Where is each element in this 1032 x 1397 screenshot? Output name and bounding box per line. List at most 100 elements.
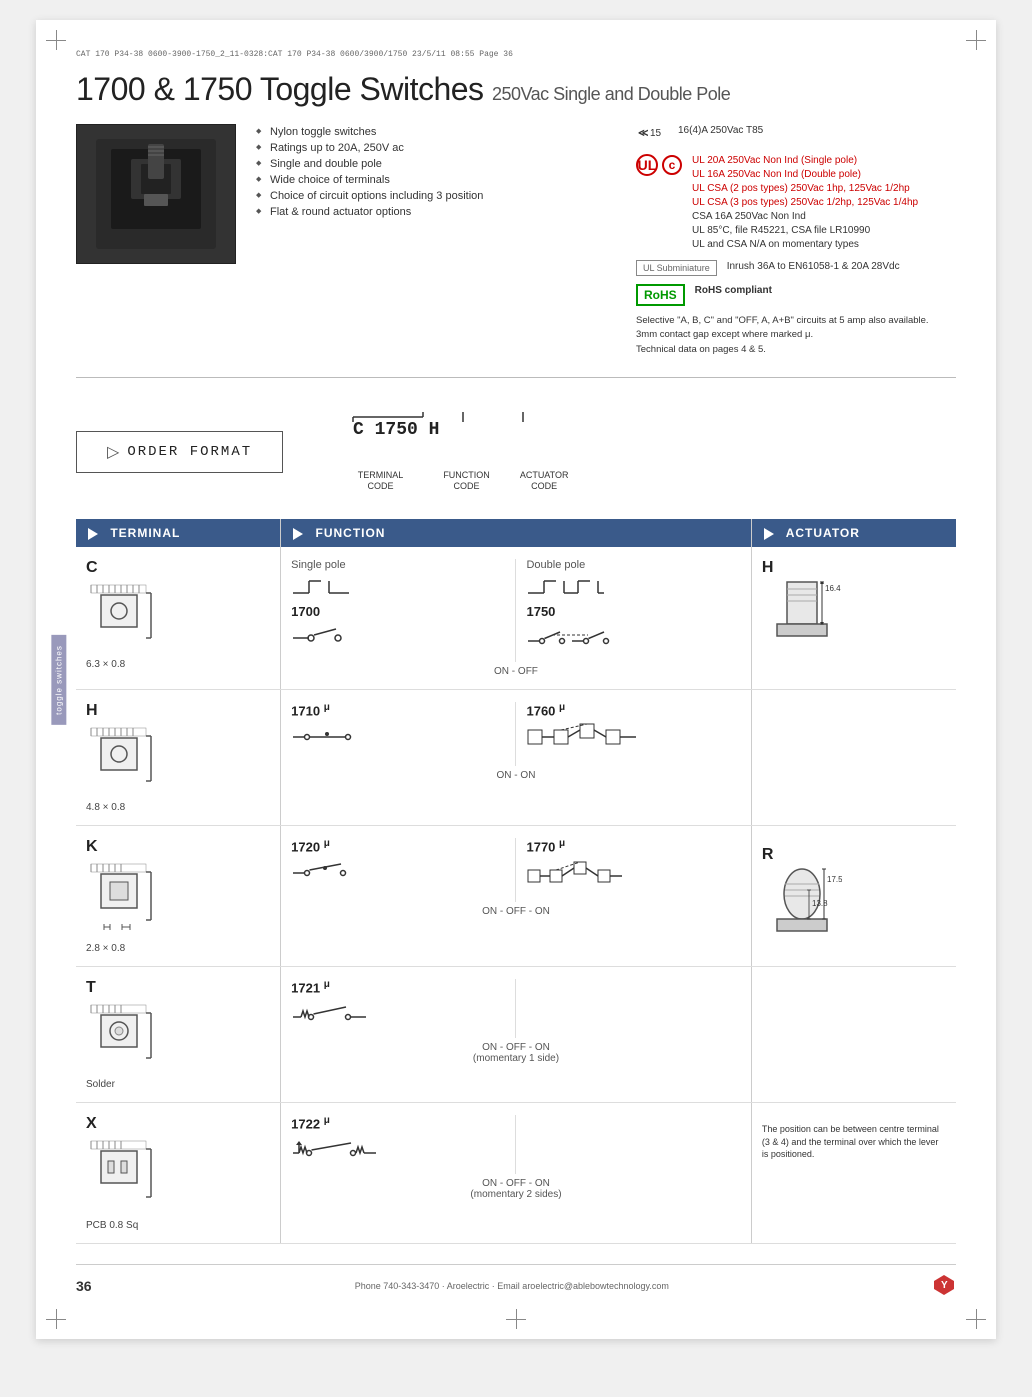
product-image — [76, 124, 236, 264]
function-1720-cell: 1720 μ — [281, 826, 752, 967]
terminal-x-size: PCB 0.8 Sq — [86, 1220, 270, 1231]
cert-ul-row: UL c UL 20A 250Vac Non Ind (Single pole)… — [636, 154, 956, 252]
svg-text:15: 15 — [650, 128, 662, 139]
svg-text:C 1750 H: C 1750 H — [353, 420, 439, 440]
c-logo: c — [662, 155, 682, 175]
actuator-r-cell: R — [751, 826, 956, 967]
actuator-note-cell: The position can be between centre termi… — [751, 1103, 956, 1244]
feature-item: Single and double pole — [256, 156, 616, 172]
func-1770: 1770 μ — [526, 838, 740, 854]
func-1710-diagram — [291, 722, 505, 752]
function-1722-cell: 1722 μ — [281, 1103, 752, 1244]
order-format-box: ▷ ORDER FORMAT — [76, 431, 283, 473]
page-footer: 36 Phone 740-343-3470 · Aroelectric · Em… — [76, 1264, 956, 1299]
crosshair-bottom-right — [966, 1309, 986, 1329]
crosshair-bottom-center — [506, 1309, 526, 1329]
function-double-empty2 — [516, 1115, 740, 1174]
func-1720: 1720 μ — [291, 838, 505, 854]
function-single-1710: 1710 μ — [291, 702, 516, 766]
function-double-pole: Double pole — [516, 559, 740, 662]
footer-logo: Y — [932, 1273, 956, 1299]
terminal-code-label: TERMINALCODE — [358, 470, 404, 493]
actuator-r-diagram: 17.5 13.8 — [762, 864, 946, 949]
crosshair-top-right — [966, 30, 986, 50]
terminal-h-cell: H — [76, 690, 281, 826]
func-1750: 1750 — [526, 604, 740, 619]
main-table: TERMINAL FUNCTION ACTUATOR C — [76, 519, 956, 1244]
func-1720-diagram — [291, 858, 505, 888]
cert-imrush-text: Inrush 36A to EN61058-1 & 20A 28Vdc — [727, 260, 900, 274]
terminal-h-code: H — [86, 702, 270, 720]
code-labels: TERMINALCODE FUNCTIONCODE ACTUATORCODE — [358, 470, 569, 493]
function-inner: 1721 μ — [291, 979, 741, 1038]
terminal-c-size: 6.3 × 0.8 — [86, 659, 270, 670]
function-inner: Single pole 1700 — [291, 559, 741, 662]
terminal-x-diagram — [86, 1139, 270, 1214]
terminal-c-code: C — [86, 559, 270, 577]
crosshair-top-left — [46, 30, 66, 50]
terminal-k-size: 2.8 × 0.8 — [86, 943, 270, 954]
feature-item: Nylon toggle switches — [256, 124, 616, 140]
function-double-empty — [516, 979, 740, 1038]
feature-item: Ratings up to 20A, 250V ac — [256, 140, 616, 156]
selective-note: Selective "A, B, C" and "OFF, A, A+B" ci… — [636, 314, 956, 357]
function-single-1722: 1722 μ — [291, 1115, 516, 1174]
func-1700-diagram — [291, 623, 505, 653]
order-format-text: ORDER FORMAT — [127, 444, 252, 460]
imrush-badge: UL Subminiature — [636, 260, 717, 276]
terminal-t-cell: T — [76, 967, 281, 1103]
terminal-x-cell: X — [76, 1103, 281, 1244]
table-row: K — [76, 826, 956, 967]
actuator-arrow-icon — [764, 528, 774, 540]
func-row2-name: ON - ON — [291, 770, 741, 781]
function-inner: 1720 μ — [291, 838, 741, 902]
cert-imrush-row: UL Subminiature Inrush 36A to EN61058-1 … — [636, 260, 956, 276]
crosshair-bottom-left — [46, 1309, 66, 1329]
func-1722: 1722 μ — [291, 1115, 505, 1131]
func-1760-diagram — [526, 722, 740, 762]
actuator-empty2-cell — [751, 967, 956, 1103]
terminal-t-size: Solder — [86, 1079, 270, 1090]
actuator-r-code: R — [762, 846, 946, 864]
function-1700-cell: Single pole 1700 — [281, 547, 752, 690]
svg-text:17.5: 17.5 — [827, 875, 842, 884]
certifications: ≪ 15 16(4)A 250Vac T85 UL c UL 20A 250Va… — [636, 124, 956, 357]
terminal-k-cell: K — [76, 826, 281, 967]
page-title: 1700 & 1750 Toggle Switches 250Vac Singl… — [76, 71, 956, 108]
single-pole-label: Single pole — [291, 559, 505, 571]
function-single-1720: 1720 μ — [291, 838, 516, 902]
terminal-k-diagram — [86, 862, 270, 937]
terminal-c-diagram — [86, 583, 270, 653]
function-inner: 1710 μ — [291, 702, 741, 766]
func-1770-diagram — [526, 858, 740, 898]
table-row: C — [76, 547, 956, 690]
double-pole-label: Double pole — [526, 559, 740, 571]
feature-item: Choice of circuit options including 3 po… — [256, 188, 616, 204]
svg-text:Y: Y — [941, 1280, 948, 1291]
table-row: X — [76, 1103, 956, 1244]
func-row3-name: ON - OFF - ON — [291, 906, 741, 917]
func-row5-name: ON - OFF - ON(momentary 2 sides) — [291, 1178, 741, 1200]
function-single-pole: Single pole 1700 — [291, 559, 516, 662]
actuator-empty-cell — [751, 690, 956, 826]
table-row: H — [76, 690, 956, 826]
order-code-diagram: C 1750 H TERMINALCODE FUNCTIONCODE A — [323, 412, 603, 493]
function-double-1770: 1770 μ — [516, 838, 740, 902]
svg-text:≪: ≪ — [638, 128, 648, 139]
func-1722-diagram — [291, 1135, 505, 1170]
actuator-code-label: ACTUATORCODE — [520, 470, 569, 493]
function-single-1721: 1721 μ — [291, 979, 516, 1038]
func-row1-name: ON - OFF — [291, 666, 741, 677]
page-number: 36 — [76, 1278, 92, 1294]
cert-ul-text: UL 20A 250Vac Non Ind (Single pole) UL 1… — [692, 154, 918, 252]
terminal-t-diagram — [86, 1003, 270, 1073]
terminal-arrow-icon — [88, 528, 98, 540]
terminal-h-diagram — [86, 726, 270, 796]
actuator-h-code: H — [762, 559, 946, 577]
func-1750-diagram — [526, 623, 740, 658]
terminal-h-size: 4.8 × 0.8 — [86, 802, 270, 813]
func-1700: 1700 — [291, 604, 505, 619]
terminal-header: TERMINAL — [76, 519, 281, 547]
side-tab: toggle switches — [51, 635, 66, 725]
actuator-h-diagram: 16.4 — [762, 577, 946, 662]
